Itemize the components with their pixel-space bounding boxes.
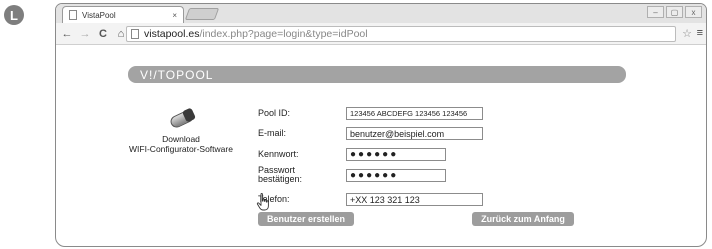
password-input[interactable]: ●●●●●● (346, 148, 446, 161)
password-label: Kennwort: (258, 149, 299, 159)
phone-row: Telefon: +XX 123 321 123 (258, 193, 558, 206)
back-to-start-button[interactable]: Zurück zum Anfang (472, 212, 574, 226)
menu-icon[interactable]: ≡ (697, 27, 703, 39)
reload-icon[interactable]: C (96, 28, 110, 40)
tab-title: VistaPool (82, 10, 116, 20)
pool-id-input[interactable]: 123456 ABCDEFG 123456 123456 (346, 107, 483, 120)
page-content: V!/TOPOOL Download WIFI-Configurator-Sof… (56, 45, 706, 246)
password-confirm-label: Passwort bestätigen: (258, 166, 346, 184)
password-confirm-label-line2: bestätigen: (258, 174, 303, 184)
bookmark-star-icon[interactable]: ☆ (682, 27, 692, 40)
minimize-button[interactable]: – (647, 6, 664, 18)
email-label: E-mail: (258, 128, 287, 138)
browser-window: VistaPool × – ▢ x ← → C ⌂ vistapool.es/i… (55, 3, 707, 247)
pool-id-row: Pool ID: 123456 ABCDEFG 123456 123456 (258, 107, 558, 120)
browser-tab[interactable]: VistaPool × (62, 6, 184, 23)
forward-arrow-icon[interactable]: → (78, 28, 92, 40)
password-confirm-row: Passwort bestätigen: ●●●●●● (258, 166, 558, 184)
phone-input[interactable]: +XX 123 321 123 (346, 193, 483, 206)
browser-toolbar: ← → C ⌂ vistapool.es/index.php?page=logi… (56, 23, 706, 45)
download-label[interactable]: Download (116, 134, 246, 144)
pool-id-label: Pool ID: (258, 108, 291, 118)
hand-cursor-icon (256, 193, 269, 211)
tab-close-icon[interactable]: × (172, 11, 177, 20)
window-controls: – ▢ x (647, 6, 702, 18)
vistapool-logo: V!/TOPOOL (140, 67, 214, 82)
step-badge: L (4, 5, 24, 25)
password-row: Kennwort: ●●●●●● (258, 148, 558, 161)
url-path: /index.php?page=login&type=idPool (199, 28, 368, 40)
download-label-software[interactable]: WIFI-Configurator-Software (116, 144, 246, 154)
phone-label: Telefon: (258, 194, 290, 204)
title-bar: VistaPool × – ▢ x (56, 4, 706, 23)
usb-stick-icon[interactable] (166, 107, 197, 131)
url-host: vistapool.es (144, 28, 200, 40)
page-icon (69, 10, 77, 20)
back-arrow-icon[interactable]: ← (60, 28, 74, 40)
email-row: E-mail: benutzer@beispiel.com (258, 127, 558, 140)
header-banner: V!/TOPOOL (128, 66, 626, 83)
download-link[interactable]: Download WIFI-Configurator-Software (116, 107, 246, 154)
page-icon (131, 29, 139, 39)
address-bar[interactable]: vistapool.es/index.php?page=login&type=i… (126, 26, 676, 42)
maximize-button[interactable]: ▢ (666, 6, 683, 18)
new-tab-button[interactable] (184, 8, 220, 20)
email-input[interactable]: benutzer@beispiel.com (346, 127, 483, 140)
close-window-button[interactable]: x (685, 6, 702, 18)
create-user-button[interactable]: Benutzer erstellen (258, 212, 354, 226)
password-confirm-input[interactable]: ●●●●●● (346, 168, 446, 182)
